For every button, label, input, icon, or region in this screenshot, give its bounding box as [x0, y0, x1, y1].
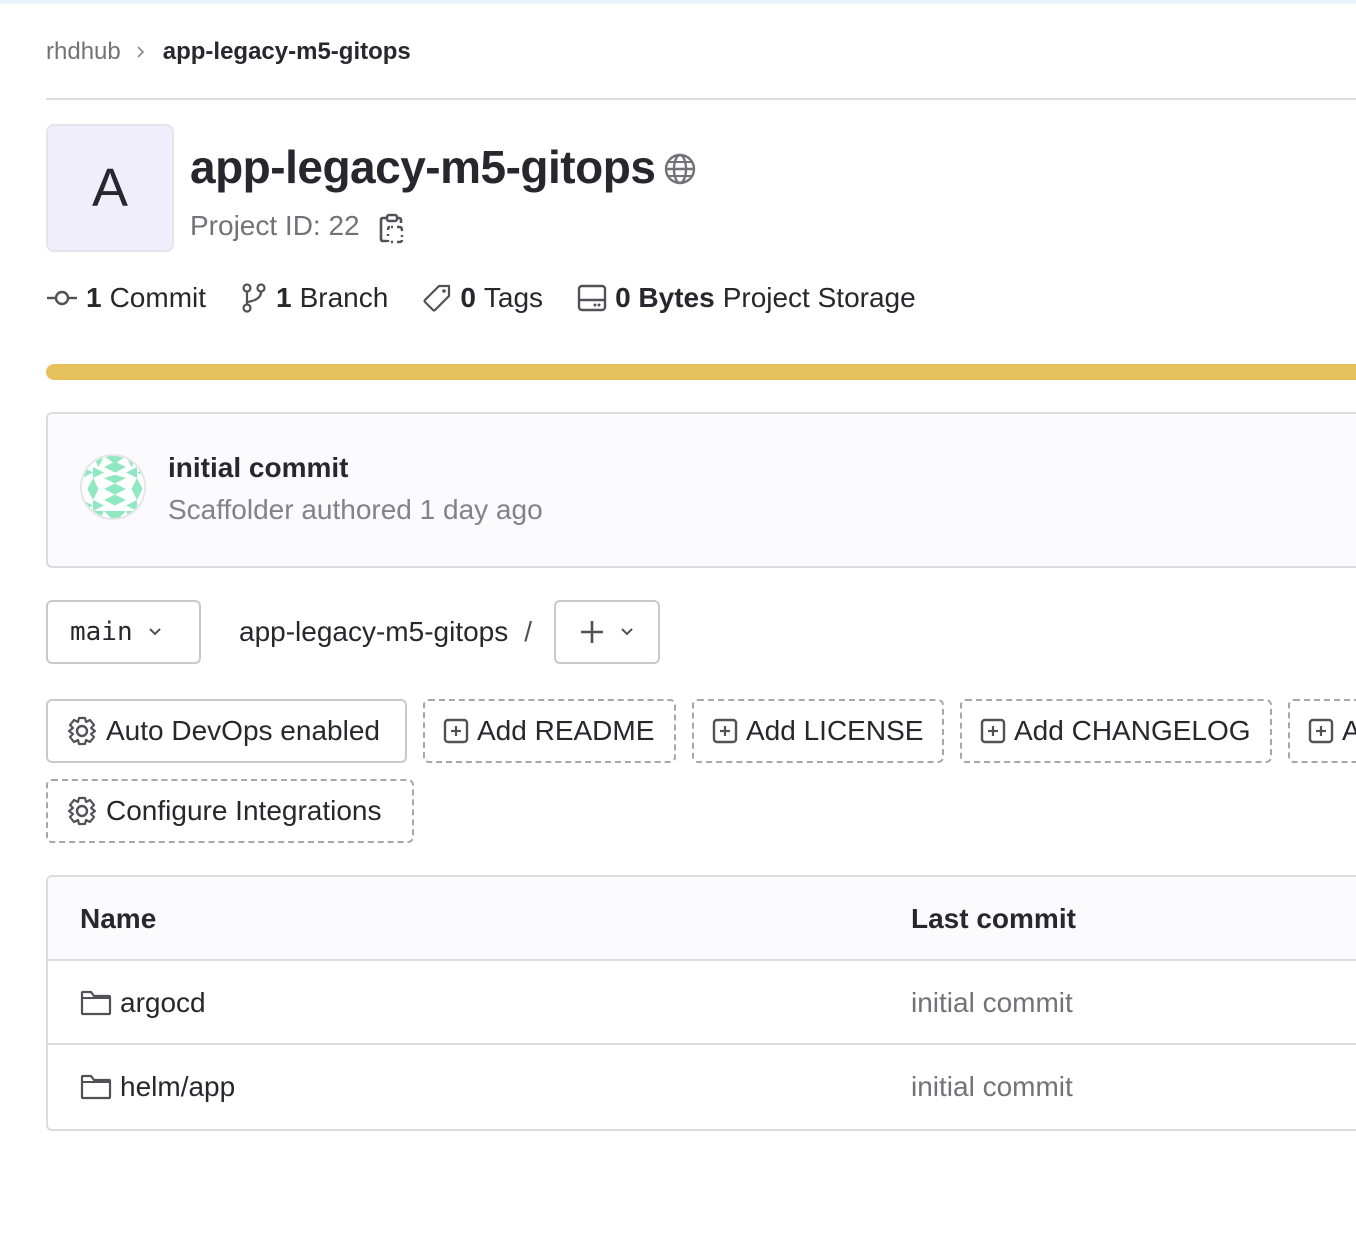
tags-label: Tags: [483, 282, 544, 313]
storage-label: Project Storage: [722, 282, 916, 313]
tags-count: 0: [460, 282, 476, 313]
plus-square-icon: [980, 718, 1006, 744]
column-header-last-commit: Last commit: [911, 903, 1076, 934]
folder-icon: [80, 1074, 112, 1100]
commit-meta: Scaffolder authored 1 day ago: [168, 494, 543, 525]
add-license-button[interactable]: Add LICENSE: [692, 699, 944, 763]
storage-stat[interactable]: 0 Bytes Project Storage: [577, 282, 916, 314]
branches-stat[interactable]: 1 Branch: [240, 282, 388, 314]
folder-icon: [80, 990, 112, 1016]
file-tree-table: Name Last commit argocd initial commit h…: [46, 875, 1356, 1131]
header-divider: [46, 98, 1356, 100]
commit-author-avatar[interactable]: [80, 454, 146, 520]
table-header: Name Last commit: [48, 877, 1356, 961]
repository-language-bar[interactable]: [46, 364, 1356, 380]
project-avatar: A: [46, 124, 174, 252]
path-root-link[interactable]: app-legacy-m5-gitops: [239, 616, 508, 648]
storage-icon: [577, 284, 607, 312]
file-name-link[interactable]: argocd: [80, 987, 206, 1019]
add-readme-label: Add README: [477, 715, 655, 746]
commit-title-link[interactable]: initial commit: [168, 452, 348, 484]
plus-square-icon: [712, 718, 738, 744]
add-more-button[interactable]: A: [1288, 699, 1356, 763]
plus-square-icon: [1308, 718, 1334, 744]
configure-integrations-button[interactable]: Configure Integrations: [46, 779, 414, 843]
commits-count: 1: [86, 282, 102, 313]
branches-count: 1: [276, 282, 292, 313]
project-id-row: Project ID: 22: [190, 208, 406, 244]
auto-devops-button[interactable]: Auto DevOps enabled: [46, 699, 407, 763]
storage-count: 0 Bytes: [615, 282, 715, 313]
column-header-name: Name: [80, 903, 157, 934]
plus-square-icon: [443, 718, 469, 744]
commits-stat[interactable]: 1 Commit: [46, 282, 206, 314]
add-changelog-button[interactable]: Add CHANGELOG: [960, 699, 1272, 763]
add-to-tree-dropdown[interactable]: [554, 600, 661, 664]
chevron-down-icon: [147, 627, 163, 637]
branch-icon: [240, 282, 268, 314]
path-separator: /: [524, 616, 533, 647]
auto-devops-label: Auto DevOps enabled: [106, 715, 380, 746]
add-more-label: A: [1342, 715, 1356, 746]
last-commit-card: initial commit Scaffolder authored 1 day…: [46, 412, 1356, 568]
add-readme-button[interactable]: Add README: [423, 699, 676, 763]
commit-icon: [46, 288, 78, 308]
project-id: Project ID: 22: [190, 210, 360, 241]
branches-label: Branch: [299, 282, 389, 313]
copy-to-clipboard-icon[interactable]: [378, 212, 406, 244]
tag-icon: [422, 283, 452, 313]
branch-name: main: [70, 617, 133, 647]
last-commit-link[interactable]: initial commit: [911, 987, 1073, 1019]
project-title-row: app-legacy-m5-gitops: [190, 140, 697, 194]
chevron-down-icon: [619, 627, 635, 637]
file-name: helm/app: [120, 1071, 236, 1102]
project-avatar-letter: A: [91, 158, 129, 218]
table-row[interactable]: helm/app initial commit: [48, 1045, 1356, 1129]
gear-icon: [66, 795, 98, 827]
ref-navigation: main app-legacy-m5-gitops /: [46, 600, 661, 664]
add-license-label: Add LICENSE: [746, 715, 924, 746]
breadcrumb-parent-link[interactable]: rhdhub: [46, 38, 121, 66]
gear-icon: [66, 715, 98, 747]
top-strip: [0, 0, 1356, 4]
configure-integrations-label: Configure Integrations: [106, 795, 382, 826]
file-name: argocd: [120, 987, 206, 1018]
chevron-right-icon: [135, 45, 147, 59]
commits-label: Commit: [109, 282, 207, 313]
tags-stat[interactable]: 0 Tags: [422, 282, 543, 314]
last-commit-link[interactable]: initial commit: [911, 1071, 1073, 1103]
add-changelog-label: Add CHANGELOG: [1014, 715, 1251, 746]
breadcrumb-current-link[interactable]: app-legacy-m5-gitops: [163, 38, 411, 66]
globe-icon: [663, 152, 697, 186]
branch-selector[interactable]: main: [46, 600, 201, 664]
plus-icon: [579, 619, 605, 645]
file-name-link[interactable]: helm/app: [80, 1071, 235, 1103]
project-stats: 1 Commit 1 Branch 0 Tags 0 Bytes Project…: [46, 282, 950, 314]
breadcrumb: rhdhub app-legacy-m5-gitops: [46, 38, 411, 66]
page-title: app-legacy-m5-gitops: [190, 141, 656, 193]
table-row[interactable]: argocd initial commit: [48, 961, 1356, 1045]
